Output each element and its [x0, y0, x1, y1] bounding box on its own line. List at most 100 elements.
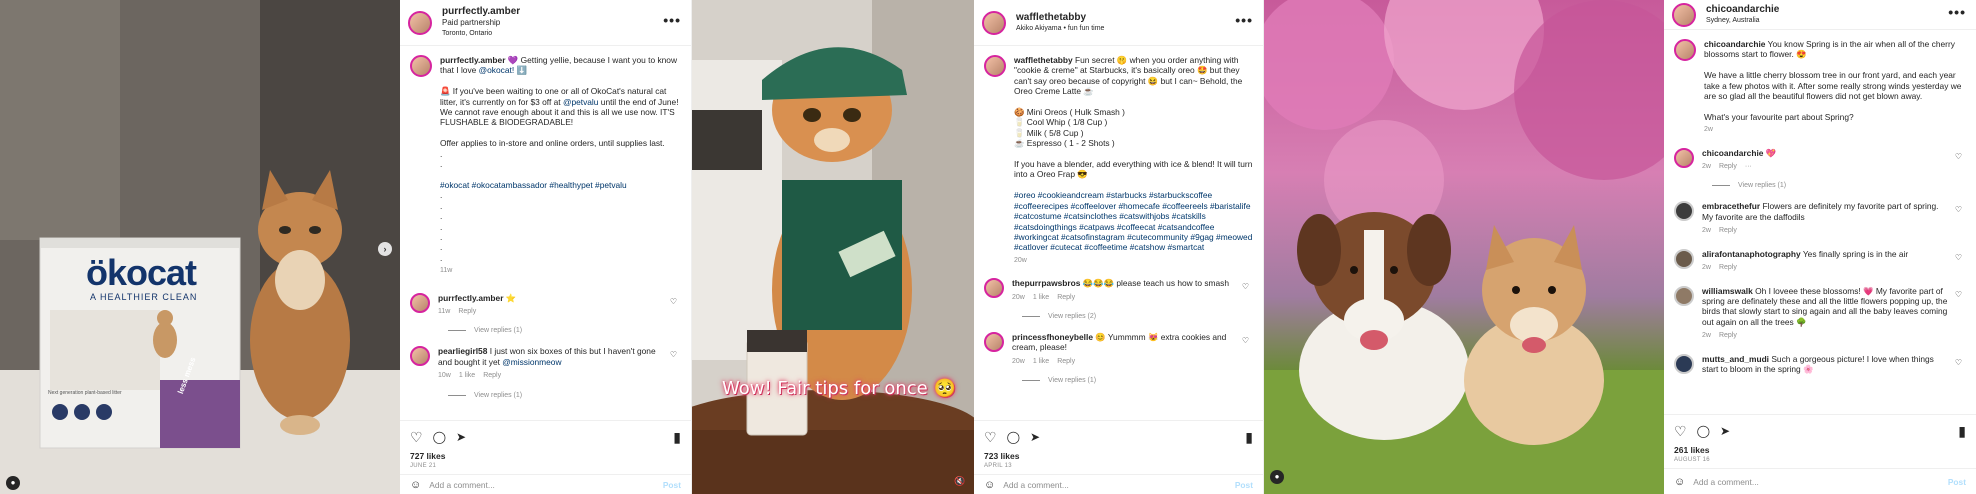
post2-comments[interactable]: wafflethetabby Fun secret 🤫 when you ord…	[974, 47, 1263, 420]
reply-button[interactable]: Reply	[1719, 264, 1737, 271]
reply-button[interactable]: Reply	[1057, 358, 1075, 365]
reply-button[interactable]: Reply	[1719, 163, 1737, 170]
caption-username[interactable]: wafflethetabby	[1014, 55, 1073, 65]
caption-mention[interactable]: @okocat! ⬇️	[479, 65, 527, 75]
comment-username[interactable]: mutts_and_mudi	[1702, 354, 1769, 364]
comment-likes[interactable]: 1 like	[1033, 358, 1049, 365]
comment-like-icon[interactable]: ♡	[1955, 152, 1962, 162]
share-icon[interactable]: ➤	[1030, 430, 1040, 444]
post-button[interactable]: Post	[663, 480, 681, 490]
more-options-icon[interactable]: •••	[1235, 12, 1253, 28]
header-subtitle[interactable]: Sydney, Australia	[1706, 15, 1779, 26]
more-options-icon[interactable]: •••	[1948, 4, 1966, 20]
caption-avatar[interactable]	[984, 55, 1006, 77]
emoji-icon[interactable]: ☺	[410, 479, 421, 491]
caption-hashtags[interactable]: #oreo #cookieandcream #starbucks #starbu…	[1014, 190, 1255, 252]
comment-avatar[interactable]	[1674, 201, 1694, 222]
post3-comments[interactable]: chicoandarchie You know Spring is in the…	[1664, 31, 1976, 414]
comment-like-icon[interactable]: ♡	[670, 350, 677, 360]
mute-icon[interactable]: 🔇	[954, 476, 965, 487]
caption-username[interactable]: purrfectly.amber	[440, 55, 505, 65]
comment-avatar[interactable]	[1674, 353, 1694, 374]
caption-username[interactable]: chicoandarchie	[1704, 39, 1765, 49]
reply-button[interactable]: Reply	[458, 308, 476, 315]
comment-avatar[interactable]	[1674, 285, 1694, 306]
comment-avatar[interactable]	[984, 331, 1004, 352]
add-comment-input[interactable]: Add a comment...	[429, 480, 495, 490]
emoji-icon[interactable]: ☺	[984, 479, 995, 491]
reply-button[interactable]: Reply	[483, 372, 501, 379]
tagged-user-icon[interactable]: ●	[1270, 470, 1284, 484]
comment-icon[interactable]: ◯	[1697, 424, 1710, 438]
post-button[interactable]: Post	[1235, 480, 1253, 490]
tagged-user-icon[interactable]: ●	[6, 476, 20, 490]
view-replies-button[interactable]: View replies (1)	[448, 327, 681, 334]
likes-count[interactable]: 727 likes	[410, 451, 445, 461]
avatar[interactable]	[1672, 2, 1696, 27]
view-replies-button[interactable]: View replies (2)	[1022, 313, 1253, 320]
emoji-icon[interactable]: ☺	[1674, 476, 1685, 488]
comment-username[interactable]: thepurrpawsbros	[1012, 278, 1080, 288]
add-comment-input[interactable]: Add a comment...	[1003, 480, 1069, 490]
comment-username[interactable]: embracethefur	[1702, 201, 1760, 211]
like-icon[interactable]: ♡	[984, 429, 997, 446]
more-options-icon[interactable]: •••	[663, 12, 681, 28]
comment-like-icon[interactable]: ♡	[1955, 290, 1962, 300]
post-button[interactable]: Post	[1948, 477, 1966, 487]
bookmark-icon[interactable]: ▮	[1958, 423, 1966, 440]
comment-like-icon[interactable]: ♡	[1955, 253, 1962, 263]
reply-button[interactable]: Reply	[1719, 227, 1737, 234]
caption-p2-mention[interactable]: @petvalu	[563, 97, 599, 107]
reply-button[interactable]: Reply	[1719, 332, 1737, 339]
comment-icon[interactable]: ◯	[433, 430, 446, 444]
view-replies-button[interactable]: View replies (1)	[1712, 182, 1966, 189]
likes-count[interactable]: 723 likes	[984, 451, 1019, 461]
header-subtitle[interactable]: Paid partnership	[442, 17, 520, 28]
comment-like-icon[interactable]: ♡	[1242, 282, 1249, 292]
comment-likes[interactable]: 1 like	[1033, 294, 1049, 301]
comment-username[interactable]: princessfhoneybelle	[1012, 332, 1093, 342]
caption-avatar[interactable]	[410, 55, 432, 77]
comment-avatar[interactable]	[984, 278, 1004, 299]
caption-hashtags[interactable]: #okocat #okocatambassador #healthypet #p…	[440, 180, 627, 190]
avatar[interactable]	[408, 10, 432, 35]
comment-like-icon[interactable]: ♡	[670, 297, 677, 307]
comment-username[interactable]: pearliegirl58	[438, 346, 487, 356]
caption-avatar[interactable]	[1674, 39, 1696, 61]
header-subtitle[interactable]: Akiko Akiyama • fun fun time	[1016, 23, 1104, 34]
comment-like-icon[interactable]: ♡	[1955, 205, 1962, 215]
post1-comments[interactable]: purrfectly.amber 💜 Getting yellie, becau…	[400, 47, 691, 420]
comment-more-icon[interactable]: ···	[1745, 163, 1752, 170]
share-icon[interactable]: ➤	[1720, 424, 1730, 438]
comment-mention[interactable]: @missionmeow	[502, 357, 561, 367]
view-replies-button[interactable]: View replies (1)	[448, 392, 681, 399]
share-icon[interactable]: ➤	[456, 430, 466, 444]
comment-like-icon[interactable]: ♡	[1955, 358, 1962, 368]
comment-username[interactable]: chicoandarchie	[1702, 148, 1763, 158]
header-location[interactable]: Toronto, Ontario	[442, 28, 520, 39]
header-username[interactable]: chicoandarchie	[1706, 4, 1779, 15]
header-username[interactable]: purrfectly.amber	[442, 6, 520, 17]
avatar[interactable]	[982, 10, 1006, 35]
add-comment-input[interactable]: Add a comment...	[1693, 477, 1759, 487]
comment-username[interactable]: williamswalk	[1702, 286, 1753, 296]
bookmark-icon[interactable]: ▮	[673, 429, 681, 446]
comment-icon[interactable]: ◯	[1007, 430, 1020, 444]
post1-header: purrfectly.amber Paid partnership Toront…	[400, 0, 691, 46]
likes-count[interactable]: 261 likes	[1674, 445, 1709, 455]
comment-avatar[interactable]	[410, 292, 430, 313]
comment-username[interactable]: purrfectly.amber	[438, 293, 503, 303]
comment-username[interactable]: alirafontanaphotography	[1702, 249, 1801, 259]
comment-likes[interactable]: 1 like	[459, 372, 475, 379]
like-icon[interactable]: ♡	[1674, 423, 1687, 440]
comment-avatar[interactable]	[1674, 248, 1694, 269]
bookmark-icon[interactable]: ▮	[1245, 429, 1253, 446]
comment-avatar[interactable]	[1674, 147, 1694, 168]
view-replies-button[interactable]: View replies (1)	[1022, 377, 1253, 384]
comment-avatar[interactable]	[410, 346, 430, 367]
header-username[interactable]: wafflethetabby	[1016, 12, 1104, 23]
comment-like-icon[interactable]: ♡	[1242, 336, 1249, 346]
reply-button[interactable]: Reply	[1057, 294, 1075, 301]
next-arrow-icon[interactable]: ›	[378, 242, 392, 256]
like-icon[interactable]: ♡	[410, 429, 423, 446]
